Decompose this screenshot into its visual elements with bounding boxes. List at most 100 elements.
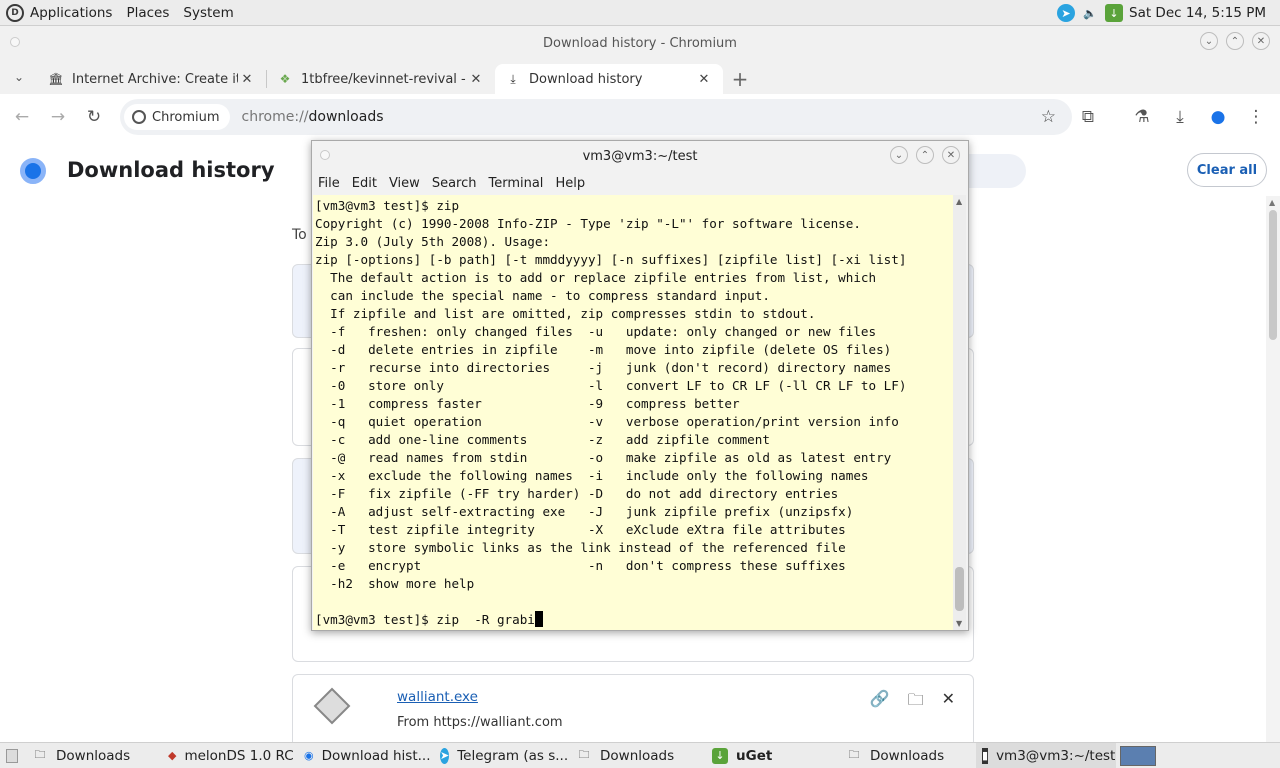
- scrollbar-thumb[interactable]: [955, 567, 964, 611]
- terminal-menubar: File Edit View Search Terminal Help: [312, 171, 968, 195]
- terminal-scrollbar[interactable]: ▲ ▼: [953, 195, 966, 630]
- taskbar-label: Downloads: [870, 747, 945, 764]
- file-type-icon: [313, 687, 351, 725]
- page-scrollbar[interactable]: ▲: [1266, 196, 1280, 742]
- copy-link-icon[interactable]: 🔗: [870, 689, 890, 716]
- terminal-titlebar[interactable]: vm3@vm3:~/test ⌄ ⌃ ✕: [312, 141, 968, 171]
- tab-close-icon[interactable]: ✕: [238, 72, 256, 87]
- terminal-line: -d delete entries in zipfile -m move int…: [315, 342, 892, 357]
- tab-strip: ⌄ 🏛 Internet Archive: Create item ✕ ❖ 1t…: [0, 60, 1280, 94]
- workspace-switcher[interactable]: [1120, 745, 1156, 766]
- taskbar-item-downloads[interactable]: 🗀 Downloads: [570, 743, 706, 768]
- tab-internet-archive[interactable]: 🏛 Internet Archive: Create item ✕: [38, 64, 266, 94]
- url-text[interactable]: chrome://downloads: [242, 109, 384, 125]
- forward-button[interactable]: →: [40, 99, 76, 135]
- terminal-output[interactable]: [vm3@vm3 test]$ zip Copyright (c) 1990-20…: [313, 195, 955, 630]
- remove-from-list-icon[interactable]: ✕: [942, 689, 955, 716]
- menu-search[interactable]: Search: [432, 176, 477, 191]
- show-in-folder-icon[interactable]: 🗀: [908, 689, 924, 716]
- terminal-line: -r recurse into directories -j junk (don…: [315, 360, 892, 375]
- uget-tray-icon[interactable]: ↓: [1105, 4, 1123, 22]
- close-button[interactable]: ✕: [1252, 32, 1270, 50]
- scrollbar-thumb[interactable]: [1269, 210, 1277, 340]
- clear-all-button[interactable]: Clear all: [1187, 153, 1267, 187]
- taskbar-label: Downloads: [600, 747, 675, 764]
- scroll-down-icon[interactable]: ▼: [956, 619, 962, 628]
- taskbar-item-telegram[interactable]: ➤ Telegram (as s...: [434, 743, 570, 768]
- extensions-icon[interactable]: ⧉: [1070, 99, 1106, 135]
- terminal-line: If zipfile and list are omitted, zip com…: [315, 306, 816, 321]
- tab-close-icon[interactable]: ✕: [695, 72, 713, 87]
- terminal-window: vm3@vm3:~/test ⌄ ⌃ ✕ File Edit View Sear…: [311, 140, 969, 631]
- download-file-link[interactable]: walliant.exe: [397, 689, 478, 705]
- new-tab-button[interactable]: +: [723, 64, 757, 94]
- tab-github[interactable]: ❖ 1tbfree/kevinnet-revival - ke ✕: [267, 64, 495, 94]
- terminal-line: Copyright (c) 1990-2008 Info-ZIP - Type …: [315, 216, 861, 231]
- archive-icon: 🏛: [48, 72, 64, 86]
- browser-titlebar[interactable]: Download history - Chromium ⌄ ⌃ ✕: [0, 26, 1280, 60]
- telegram-tray-icon[interactable]: ➤: [1057, 4, 1075, 22]
- taskbar-item-downloads[interactable]: 🗀 Downloads: [26, 743, 162, 768]
- tab-download-history[interactable]: ⤓ Download history ✕: [495, 64, 723, 94]
- downloads-toolbar-icon[interactable]: ⤓: [1162, 99, 1198, 135]
- taskbar-label: Download hist...: [321, 747, 431, 764]
- menu-kebab-icon[interactable]: ⋮: [1238, 99, 1274, 135]
- download-icon: ⤓: [510, 71, 516, 86]
- profile-icon[interactable]: ●: [1200, 99, 1236, 135]
- taskbar-item-terminal[interactable]: ▮ vm3@vm3:~/test: [976, 742, 1116, 768]
- menu-edit[interactable]: Edit: [352, 176, 377, 191]
- close-button[interactable]: ✕: [942, 146, 960, 164]
- scroll-up-icon[interactable]: ▲: [1269, 198, 1275, 207]
- back-button[interactable]: ←: [4, 99, 40, 135]
- terminal-line: -A adjust self-extracting exe -J junk zi…: [315, 504, 854, 519]
- terminal-line: -1 compress faster -9 compress better: [315, 396, 740, 411]
- terminal-line: [vm3@vm3 test]$ zip: [315, 198, 460, 213]
- tab-close-icon[interactable]: ✕: [467, 72, 485, 87]
- site-info-chip[interactable]: Chromium: [124, 104, 230, 130]
- menu-view[interactable]: View: [389, 176, 420, 191]
- menu-file[interactable]: File: [318, 176, 340, 191]
- text-cursor: [534, 611, 543, 627]
- taskbar-item-uget[interactable]: ↓ uGet: [706, 743, 840, 768]
- labs-flask-icon[interactable]: ⚗: [1124, 99, 1160, 135]
- terminal-line: -q quiet operation -v verbose operation/…: [315, 414, 899, 429]
- volume-icon[interactable]: 🔈: [1081, 4, 1099, 22]
- window-menu-dot-icon[interactable]: [10, 37, 20, 47]
- reload-button[interactable]: ↻: [76, 99, 112, 135]
- minimize-button[interactable]: ⌄: [890, 146, 908, 164]
- minimize-button[interactable]: ⌄: [1200, 32, 1218, 50]
- terminal-line: -y store symbolic links as the link inst…: [315, 540, 846, 555]
- terminal-line: -F fix zipfile (-FF try harder) -D do no…: [315, 486, 839, 501]
- applications-menu[interactable]: Applications: [30, 5, 112, 21]
- terminal-prompt-line[interactable]: [vm3@vm3 test]$ zip -R grabi: [315, 611, 953, 629]
- melon-icon: ◆: [168, 749, 177, 762]
- places-menu[interactable]: Places: [126, 5, 169, 21]
- terminal-line: The default action is to add or replace …: [315, 270, 877, 285]
- menu-help[interactable]: Help: [555, 176, 585, 191]
- browser-window-title: Download history - Chromium: [543, 35, 737, 51]
- search-downloads-field[interactable]: [960, 154, 1026, 188]
- tab-search-chevron-icon[interactable]: ⌄: [0, 60, 38, 94]
- taskbar-item-chromium[interactable]: ◉ Download hist...: [298, 743, 434, 768]
- taskbar-label: Downloads: [56, 747, 131, 764]
- system-menu[interactable]: System: [183, 5, 233, 21]
- taskbar-item-melonds[interactable]: ◆ melonDS 1.0 RC: [162, 743, 298, 768]
- browser-toolbar: ← → ↻ Chromium chrome://downloads ☆ ⧉ ⚗ …: [0, 94, 1280, 140]
- clock[interactable]: Sat Dec 14, 5:15 PM: [1129, 5, 1266, 21]
- uget-icon: ↓: [712, 747, 728, 764]
- maximize-button[interactable]: ⌃: [1226, 32, 1244, 50]
- address-bar[interactable]: Chromium chrome://downloads ☆: [120, 99, 1072, 135]
- maximize-button[interactable]: ⌃: [916, 146, 934, 164]
- system-tray: ➤ 🔈 ↓ Sat Dec 14, 5:15 PM: [1057, 0, 1266, 26]
- url-scheme: chrome://: [241, 109, 309, 125]
- distro-logo-icon[interactable]: D: [6, 3, 24, 22]
- taskbar-label: melonDS 1.0 RC: [184, 747, 294, 764]
- chip-label: Chromium: [152, 109, 220, 125]
- window-menu-dot-icon[interactable]: [320, 150, 330, 160]
- show-desktop-button[interactable]: [6, 748, 18, 763]
- taskbar-item-downloads[interactable]: 🗀 Downloads: [840, 743, 976, 768]
- scroll-up-icon[interactable]: ▲: [956, 197, 962, 206]
- bookmark-star-icon[interactable]: ☆: [1041, 107, 1056, 127]
- menu-terminal[interactable]: Terminal: [488, 176, 543, 191]
- folder-icon: 🗀: [848, 748, 860, 761]
